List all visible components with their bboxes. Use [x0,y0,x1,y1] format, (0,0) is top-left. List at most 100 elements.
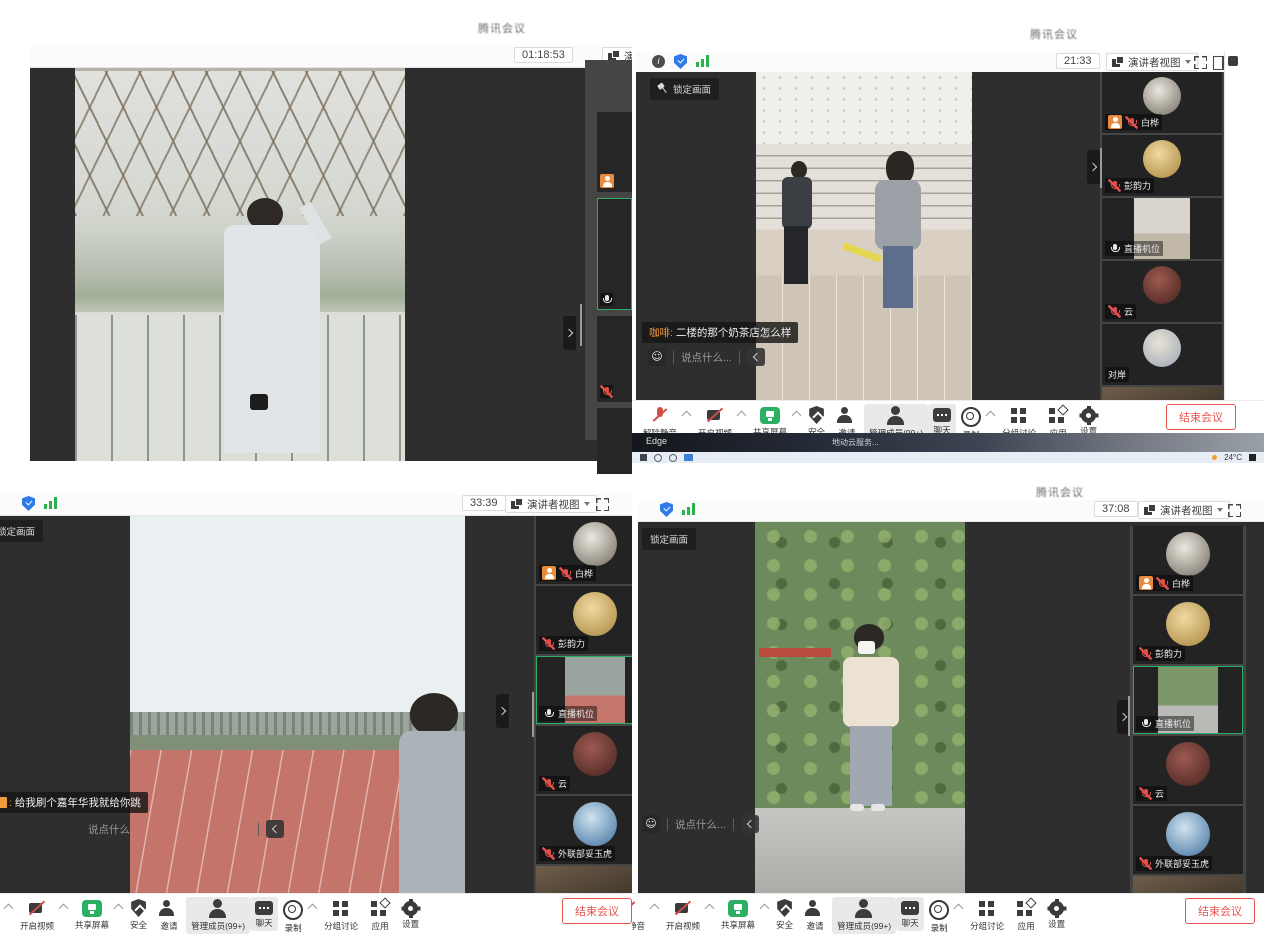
toolbar-item[interactable]: 设置 [1043,897,1070,932]
participant-tile[interactable]: 直播机位 [536,656,632,724]
sidebar-scrollbar[interactable] [1128,696,1130,736]
view-mode-button[interactable]: 演讲者视图 [505,495,597,513]
emoji-icon[interactable]: ☺ [648,348,666,366]
start-button-icon[interactable] [640,454,647,461]
toolbar-item[interactable]: 解除静音 [0,897,15,934]
task-view-icon[interactable] [669,454,677,462]
toolbar-item[interactable]: 录制 [278,897,319,936]
shield-check-icon[interactable] [674,54,687,69]
fullscreen-icon[interactable] [1194,56,1207,69]
emoji-icon[interactable]: ☺ [642,815,660,833]
chat-input-row[interactable]: 说点什么... [88,820,284,838]
participant-tile[interactable]: 白桦 [1102,72,1222,133]
toolbar-item[interactable]: 聊天 [250,897,278,931]
chevron-up-icon[interactable] [308,904,318,914]
toolbar-item[interactable]: 解除静音 [632,897,661,934]
fullscreen-icon[interactable] [1228,504,1241,517]
participant-tile-partial[interactable] [597,112,632,192]
sidebar-collapse-handle[interactable] [1087,150,1100,184]
chevron-up-icon[interactable] [114,904,124,914]
host-badge-icon [542,566,556,580]
participant-tile[interactable]: 云 [536,726,632,794]
end-meeting-button[interactable]: 结束会议 [1166,404,1236,430]
toolbar-item[interactable]: 共享屏幕 [70,897,125,933]
toolbar-item[interactable]: 应用 [363,897,397,934]
toolbar-item[interactable]: 录制 [924,897,965,936]
chevron-up-icon[interactable] [59,904,69,914]
info-icon[interactable]: i [652,55,665,68]
chevron-up-icon[interactable] [737,411,747,421]
chevron-up-icon[interactable] [4,904,14,914]
participant-tile-partial[interactable] [597,316,632,402]
windows-taskbar[interactable]: 24°C [632,452,1264,463]
toolbar-item[interactable]: 邀请 [152,897,186,934]
toolbar-icon [206,899,230,918]
chevron-up-icon[interactable] [682,411,692,421]
chat-panel-icon[interactable] [1228,56,1238,66]
sidebar-scrollbar[interactable] [580,304,582,346]
chevron-up-icon[interactable] [705,904,715,914]
toolbar-item[interactable]: 设置 [397,897,424,932]
chevron-up-icon[interactable] [650,904,660,914]
toolbar-item[interactable]: 安全 [125,897,152,933]
view-mode-button[interactable]: 演讲者视图 [1106,53,1198,71]
chat-input-row[interactable]: ☺ 说点什么... [642,815,759,833]
participant-tile[interactable]: 彭韵力 [1102,135,1222,196]
taskbar-app-icon[interactable] [684,454,693,461]
sidebar-collapse-handle[interactable] [563,316,576,350]
end-meeting-button[interactable]: 结束会议 [562,898,632,924]
shield-check-icon[interactable] [660,502,673,517]
chat-collapse-button[interactable] [266,820,284,838]
participant-tile[interactable]: 白桦 [536,516,632,584]
fullscreen-icon[interactable] [596,498,609,511]
toolbar-item[interactable]: 分组讨论 [319,897,363,934]
sidebar-collapse-handle[interactable] [496,694,509,728]
taskbar-tray-icon[interactable] [1249,454,1256,461]
sidebar-scrollbar[interactable] [1100,148,1102,188]
chevron-up-icon[interactable] [792,411,802,421]
toolbar-item[interactable]: 开启视频 [15,897,70,934]
lock-view-button[interactable]: 锁定画面 [650,78,719,100]
participant-tile[interactable]: 彭韵力 [536,586,632,654]
chat-collapse-button[interactable] [747,348,765,366]
view-mode-button[interactable]: 演讲者视图 [1138,501,1230,519]
participant-tile[interactable]: 云 [1102,261,1222,322]
toolbar-item[interactable]: 聊天 [896,897,924,931]
toolbar-item[interactable]: 安全 [771,897,798,933]
toolbar-item[interactable]: 管理成员(99+) [186,897,250,934]
search-icon[interactable] [654,454,662,462]
toolbar-item[interactable]: 邀请 [798,897,832,934]
chevron-up-icon[interactable] [760,904,770,914]
chevron-up-icon[interactable] [954,904,964,914]
chat-input-placeholder[interactable]: 说点什么... [681,350,732,365]
chat-input-placeholder[interactable]: 说点什么... [675,817,726,832]
toolbar-icon [933,408,951,422]
chat-input-row[interactable]: ☺ 说点什么... [648,348,765,366]
participant-tile[interactable]: 外联部妥玉虎 [1133,806,1243,874]
participant-tile[interactable]: 彭韵力 [1133,596,1243,664]
end-meeting-button[interactable]: 结束会议 [1185,898,1255,924]
participant-tile-partial[interactable] [597,198,632,310]
chat-collapse-button[interactable] [741,815,759,833]
chat-input-placeholder[interactable]: 说点什么... [88,822,139,837]
participant-tile[interactable]: 直播机位 [1133,666,1243,734]
participant-tile[interactable]: 对岸 [1102,324,1222,385]
participant-tile[interactable] [1102,387,1222,400]
participant-tile[interactable]: 白桦 [1133,526,1243,594]
toolbar-item[interactable]: 应用 [1009,897,1043,934]
sidebar-scrollbar[interactable] [532,692,534,737]
participant-tile-partial[interactable] [597,408,632,474]
participant-tile[interactable]: 云 [1133,736,1243,804]
participant-tile[interactable] [1133,876,1243,893]
chevron-up-icon[interactable] [986,411,996,421]
participant-tile[interactable]: 直播机位 [1102,198,1222,259]
lock-view-button[interactable]: 锁定画面 [642,528,696,550]
participant-tile[interactable]: 外联部妥玉虎 [536,796,632,864]
toolbar-item[interactable]: 管理成员(99+) [832,897,896,934]
lock-view-button[interactable]: 锁定画面 [0,520,43,542]
toolbar-item[interactable]: 分组讨论 [965,897,1009,934]
toolbar-item[interactable]: 开启视频 [661,897,716,934]
shield-check-icon[interactable] [22,496,35,511]
toolbar-item[interactable]: 共享屏幕 [716,897,771,933]
participant-tile[interactable] [536,866,632,893]
